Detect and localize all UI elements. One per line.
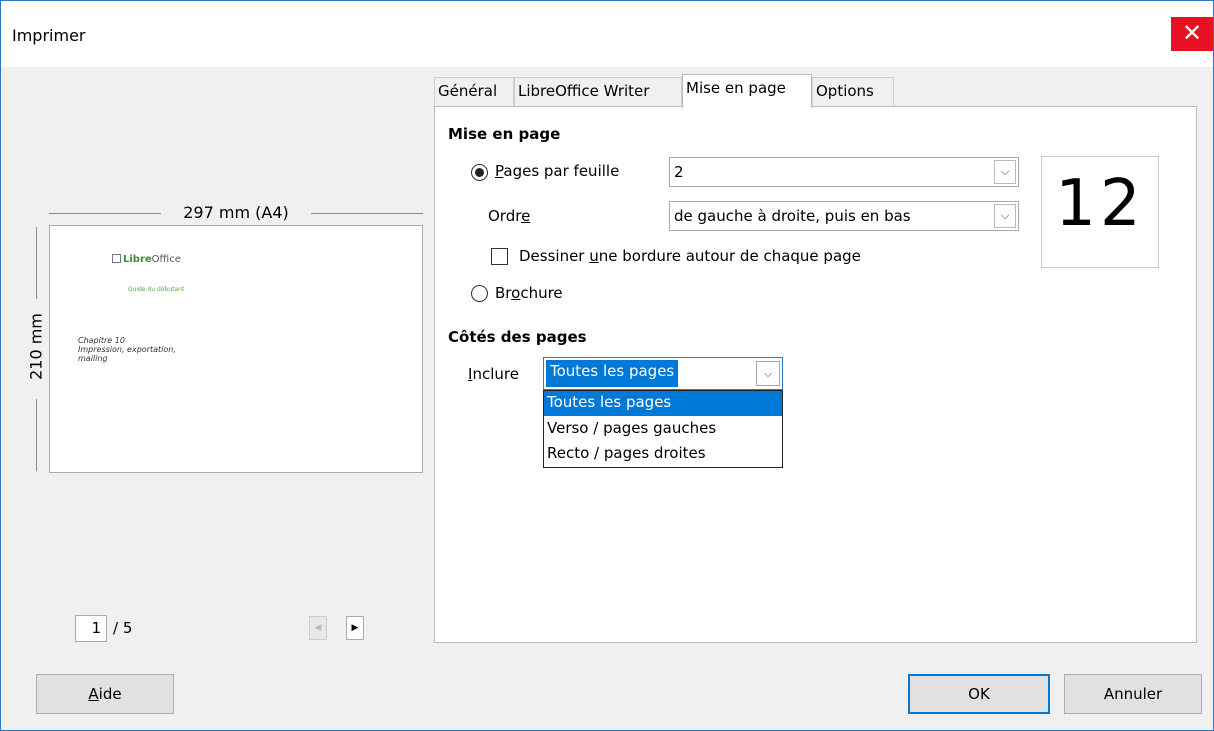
previous-page-button[interactable]: ◀ — [309, 616, 327, 640]
close-icon: ✕ — [1181, 19, 1203, 47]
arrow-left-icon: ◀ — [314, 623, 322, 633]
title-bar: Imprimer ✕ — [1, 1, 1213, 67]
draw-border-label: Dessiner une bordure autour de chaque pa… — [519, 247, 861, 265]
height-label: 210 mm — [26, 313, 46, 380]
total-pages: / 5 — [113, 619, 133, 637]
pages-per-sheet-select[interactable]: 2 ⌵ — [669, 157, 1019, 187]
chevron-down-icon: ⌵ — [994, 204, 1016, 228]
layout-section-title: Mise en page — [448, 125, 561, 143]
brochure-label: Brochure — [495, 284, 563, 302]
include-option-verso[interactable]: Verso / pages gauches — [544, 417, 782, 442]
libreoffice-logo: LibreOffice — [112, 254, 181, 265]
include-label: Inclure — [468, 365, 519, 383]
pages-per-sheet-radio[interactable] — [471, 164, 488, 181]
tab-options[interactable]: Options — [812, 77, 894, 107]
sides-section-title: Côtés des pages — [448, 328, 587, 346]
include-option-recto[interactable]: Recto / pages droites — [544, 442, 782, 467]
ok-button[interactable]: OK — [908, 674, 1050, 714]
help-button[interactable]: Aide — [36, 674, 174, 714]
next-page-button[interactable]: ▶ — [346, 616, 364, 640]
window-title: Imprimer — [12, 26, 86, 45]
chevron-down-icon: ⌵ — [756, 361, 780, 386]
arrow-right-icon: ▶ — [351, 623, 359, 633]
order-label: Ordre — [488, 207, 531, 225]
brochure-radio[interactable] — [471, 285, 488, 302]
draw-border-checkbox[interactable] — [491, 248, 508, 265]
page-order-digits: 12 — [1055, 167, 1145, 241]
width-dimension: 297 mm (A4) — [49, 203, 423, 223]
close-button[interactable]: ✕ — [1171, 17, 1213, 51]
cancel-button[interactable]: Annuler — [1064, 674, 1202, 714]
preview-subtitle: Guide du débutant — [128, 286, 185, 293]
tab-libreoffice-writer[interactable]: LibreOffice Writer — [514, 77, 682, 107]
current-page-input[interactable]: 1 — [75, 615, 107, 642]
include-dropdown-list: Toutes les pages Verso / pages gauches R… — [543, 390, 783, 468]
preview-chapter: Chapitre 10 Impression, exportation, mai… — [78, 336, 176, 363]
tab-mise-en-page[interactable]: Mise en page — [682, 74, 812, 108]
chevron-down-icon: ⌵ — [994, 160, 1016, 184]
height-dimension: 210 mm — [25, 227, 47, 471]
include-option-all[interactable]: Toutes les pages — [544, 391, 782, 416]
page-order-preview: 12 — [1041, 156, 1159, 268]
logo-icon — [112, 254, 121, 263]
order-select[interactable]: de gauche à droite, puis en bas ⌵ — [669, 201, 1019, 231]
pages-per-sheet-label: Pages par feuille — [495, 162, 620, 180]
tab-general[interactable]: Général — [434, 77, 514, 107]
include-select[interactable]: Toutes les pages ⌵ — [543, 357, 783, 390]
print-dialog: Imprimer ✕ 297 mm (A4) 210 mm LibreOffic… — [0, 0, 1214, 731]
page-preview: LibreOffice Guide du débutant Chapitre 1… — [49, 225, 423, 473]
